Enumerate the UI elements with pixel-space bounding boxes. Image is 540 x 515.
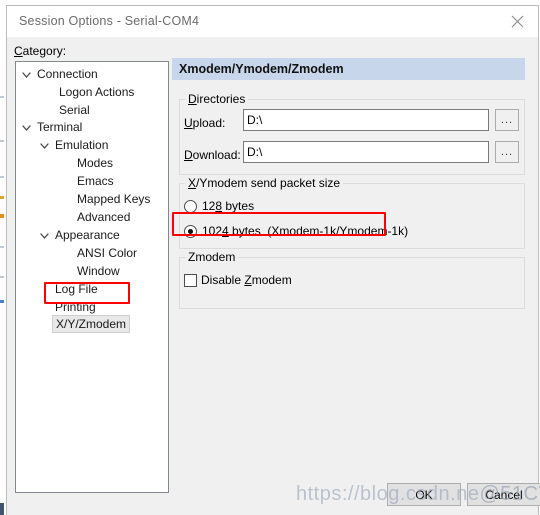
backdrop-tick [0, 300, 4, 303]
upload-browse-button[interactable]: ... [495, 109, 519, 131]
tree-item-printing[interactable]: Printing [52, 298, 99, 316]
directories-group-title: Directories [185, 92, 249, 106]
close-icon[interactable] [496, 6, 538, 37]
checkbox-icon[interactable] [184, 273, 197, 287]
checkbox-disable-zmodem-label: Disable Zmodem [201, 273, 292, 287]
category-tree[interactable]: Connection Logon Actions Serial Terminal… [15, 61, 169, 493]
tree-item-serial[interactable]: Serial [56, 101, 93, 119]
radio-128-bytes[interactable]: 128 bytes [184, 198, 254, 214]
download-directory-input[interactable] [243, 141, 489, 163]
ok-button[interactable]: OK [387, 483, 461, 506]
chevron-down-icon[interactable] [38, 137, 50, 155]
download-browse-button[interactable]: ... [495, 141, 519, 163]
backdrop-tick [0, 503, 4, 515]
chevron-down-icon[interactable] [20, 66, 32, 84]
radio-128-label: 128 bytes [202, 199, 255, 213]
pane-header: Xmodem/Ymodem/Zmodem [172, 58, 525, 80]
window-title: Session Options - Serial-COM4 [19, 14, 200, 28]
backdrop-tick [0, 196, 4, 199]
tree-item-mapped-keys[interactable]: Mapped Keys [74, 190, 153, 208]
cancel-button[interactable]: Cancel [467, 483, 540, 506]
backdrop-tick [0, 276, 4, 278]
tree-item-appearance[interactable]: Appearance [52, 226, 123, 244]
backdrop-tick [0, 246, 4, 248]
radio-1024-label: 1024 bytes (Xmodem-1k/Ymodem-1k) [202, 224, 409, 238]
packet-size-group-title: X/Ymodem send packet size [185, 176, 344, 190]
tree-item-log-file[interactable]: Log File [52, 280, 101, 298]
title-bar: Session Options - Serial-COM4 [7, 6, 538, 37]
packet-size-group [179, 183, 525, 249]
dialog-client-area: Category: Connection Logon Actions Seria… [7, 37, 540, 515]
tree-item-ansi-color[interactable]: ANSI Color [74, 244, 140, 262]
radio-icon-selected[interactable] [184, 224, 197, 238]
radio-icon[interactable] [184, 199, 197, 213]
tree-item-advanced[interactable]: Advanced [74, 208, 133, 226]
tree-item-emacs[interactable]: Emacs [74, 172, 117, 190]
chevron-down-icon[interactable] [38, 227, 50, 245]
tree-item-xyzmodem[interactable]: X/Y/Zmodem [52, 315, 131, 333]
tree-item-window[interactable]: Window [74, 262, 123, 280]
backdrop-tick [0, 214, 4, 218]
tree-item-connection[interactable]: Connection [34, 65, 101, 83]
download-label: Download: [184, 148, 241, 162]
session-options-dialog: Session Options - Serial-COM4 Category: … [6, 5, 540, 515]
backdrop-tick [0, 140, 4, 142]
tree-item-terminal[interactable]: Terminal [34, 118, 85, 136]
tree-item-emulation[interactable]: Emulation [52, 136, 111, 154]
backdrop-tick [0, 176, 4, 178]
upload-label: Upload: [184, 116, 226, 130]
zmodem-group-title: Zmodem [185, 250, 239, 264]
backdrop-left-edge [0, 0, 4, 515]
checkbox-disable-zmodem[interactable]: Disable Zmodem [184, 272, 292, 288]
upload-directory-input[interactable] [243, 109, 489, 131]
pane-title: Xmodem/Ymodem/Zmodem [179, 62, 344, 76]
tree-item-modes[interactable]: Modes [74, 154, 116, 172]
chevron-down-icon[interactable] [20, 119, 32, 137]
radio-1024-bytes[interactable]: 1024 bytes (Xmodem-1k/Ymodem-1k) [184, 223, 408, 239]
tree-item-logon-actions[interactable]: Logon Actions [56, 83, 137, 101]
category-label: Category: [14, 44, 67, 58]
backdrop-tick [0, 96, 4, 98]
